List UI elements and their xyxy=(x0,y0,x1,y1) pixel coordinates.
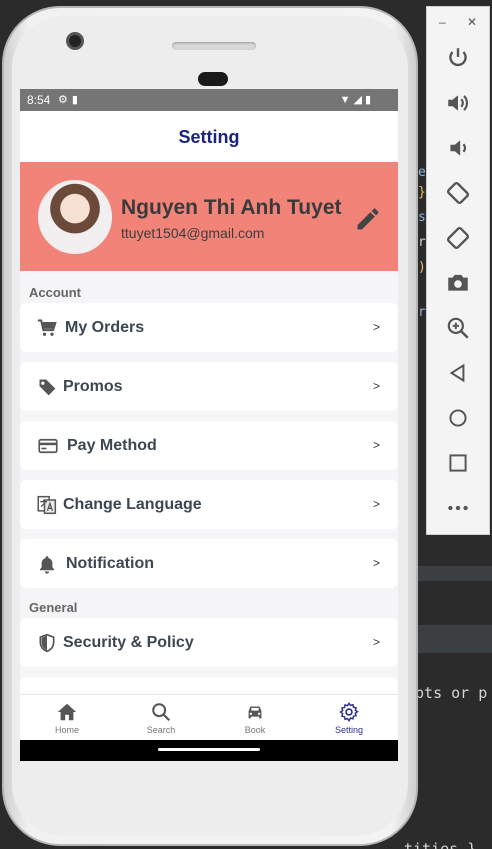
profile-email: ttuyet1504@gmail.com xyxy=(121,225,265,241)
chevron-right-icon: > xyxy=(372,497,380,511)
page-title: Setting xyxy=(178,127,240,147)
chevron-right-icon: > xyxy=(372,379,380,393)
gear-icon xyxy=(339,701,359,723)
volume-up-icon[interactable] xyxy=(445,90,471,116)
nav-label: Setting xyxy=(334,725,364,735)
front-camera xyxy=(66,32,84,50)
translate-icon xyxy=(37,495,57,515)
rotate-right-icon[interactable] xyxy=(445,225,471,251)
menu-item-label: My Orders xyxy=(65,319,145,336)
search-icon xyxy=(152,703,171,722)
ide-glyph: r xyxy=(418,305,426,320)
home-icon xyxy=(57,703,77,721)
tag-icon xyxy=(38,379,56,396)
gesture-bar xyxy=(20,740,398,761)
status-notification-icons: ⚙▮ xyxy=(58,94,82,106)
nav-label: Home xyxy=(54,725,79,735)
emulator-titlebar: – ✕ xyxy=(427,7,491,37)
status-time: 8:54 xyxy=(27,93,51,107)
emulator-toolbar: – ✕ xyxy=(426,6,490,535)
app-screen: 8:54 ⚙▮ ▼◢▮ Setting Nguyen Thi Anh Tuyet… xyxy=(20,89,398,761)
status-system-icons: ▼◢▮ xyxy=(339,94,374,106)
profile-card[interactable]: Nguyen Thi Anh Tuyet ttuyet1504@gmail.co… xyxy=(20,162,398,271)
chevron-right-icon: > xyxy=(372,635,380,649)
back-icon[interactable] xyxy=(445,360,471,386)
nav-label: Book xyxy=(244,725,266,735)
section-account: Account xyxy=(29,285,81,300)
camera-icon[interactable] xyxy=(445,270,471,296)
avatar[interactable] xyxy=(38,180,112,254)
menu-item-label: Pay Method xyxy=(67,437,157,454)
ide-glyph: r xyxy=(418,235,426,250)
chevron-right-icon: > xyxy=(372,438,380,452)
nav-book[interactable]: Book xyxy=(208,695,302,741)
chevron-right-icon: > xyxy=(372,556,380,570)
menu-item-promos[interactable]: Promos > xyxy=(20,362,398,411)
zoom-icon[interactable] xyxy=(445,315,471,341)
bottom-navigation: Home Search Book Setting xyxy=(20,694,398,740)
more-icon[interactable] xyxy=(445,495,471,521)
pencil-icon[interactable] xyxy=(354,205,382,233)
bell-icon xyxy=(39,556,55,574)
nav-label: Search xyxy=(146,725,176,735)
ide-glyph: s xyxy=(418,210,426,225)
ide-code-line: tities } xyxy=(404,840,477,849)
menu-item-change-language[interactable]: Change Language > xyxy=(20,480,398,529)
menu-item-label: Security & Policy xyxy=(63,634,194,651)
earpiece xyxy=(198,72,228,86)
status-bar: 8:54 ⚙▮ ▼◢▮ xyxy=(20,89,398,111)
section-general: General xyxy=(29,600,78,615)
nav-search[interactable]: Search xyxy=(114,695,208,741)
ide-code-line: ipts or p xyxy=(406,684,488,702)
profile-name: Nguyen Thi Anh Tuyet xyxy=(121,196,342,219)
ide-glyph: ) xyxy=(418,260,426,275)
overview-icon[interactable] xyxy=(445,450,471,476)
nav-home[interactable]: Home xyxy=(20,695,114,741)
menu-item-security-policy[interactable]: Security & Policy > xyxy=(20,618,398,667)
nav-setting[interactable]: Setting xyxy=(302,695,396,741)
chevron-right-icon: > xyxy=(372,320,380,334)
home-circle-icon[interactable] xyxy=(445,405,471,431)
shield-icon xyxy=(39,633,55,653)
ide-glyph: } xyxy=(418,185,426,200)
close-button[interactable]: ✕ xyxy=(467,15,477,29)
menu-item-my-orders[interactable]: My Orders > xyxy=(20,303,398,352)
rotate-left-icon[interactable] xyxy=(445,180,471,206)
power-icon[interactable] xyxy=(445,45,471,71)
speaker-grille xyxy=(172,42,256,50)
home-indicator[interactable] xyxy=(158,748,260,751)
credit-card-icon xyxy=(38,438,58,454)
menu-item-label: Notification xyxy=(66,555,154,572)
volume-down-icon[interactable] xyxy=(445,135,471,161)
car-icon xyxy=(248,706,262,719)
ide-glyph: e xyxy=(418,165,426,180)
cart-icon xyxy=(37,319,57,336)
menu-item-notification[interactable]: Notification > xyxy=(20,539,398,588)
minimize-button[interactable]: – xyxy=(439,15,446,29)
menu-item-label: Change Language xyxy=(63,496,202,513)
menu-item-label: Promos xyxy=(63,378,123,395)
app-header: Setting xyxy=(20,111,398,162)
menu-item-pay-method[interactable]: Pay Method > xyxy=(20,421,398,470)
